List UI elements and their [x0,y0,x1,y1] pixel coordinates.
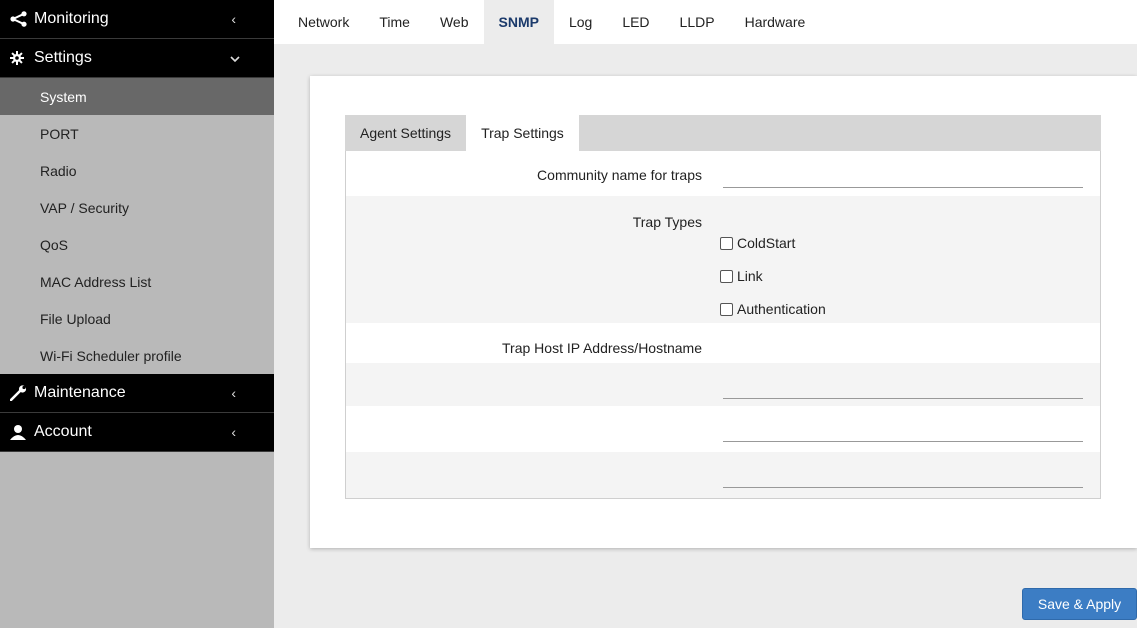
tab-network[interactable]: Network [298,0,349,44]
chevron-down-icon [230,50,240,66]
authentication-label: Authentication [737,301,826,317]
link-option[interactable]: Link [720,268,763,284]
sidebar-item-vap-security[interactable]: VAP / Security [0,189,274,226]
authentication-option[interactable]: Authentication [720,301,826,317]
sidebar-item-radio[interactable]: Radio [0,152,274,189]
sidebar-item-wifi-scheduler[interactable]: Wi-Fi Scheduler profile [0,337,274,374]
sidebar-item-system[interactable]: System [0,78,274,115]
sidebar-item-mac-address-list[interactable]: MAC Address List [0,263,274,300]
trap-host-row-2 [346,406,1100,452]
sidebar-maintenance[interactable]: Maintenance ‹ [0,374,274,413]
link-checkbox[interactable] [720,269,733,283]
sidebar-item-port[interactable]: PORT [0,115,274,152]
sidebar-account-label: Account [34,423,92,440]
wrench-icon [10,385,30,401]
sidebar-settings-label: Settings [34,49,92,66]
tab-snmp[interactable]: SNMP [483,0,554,44]
tab-log[interactable]: Log [569,0,592,44]
trap-types-label: Trap Types [632,214,702,230]
trap-host-row-3 [346,452,1100,498]
coldstart-label: ColdStart [737,235,796,251]
chevron-left-icon: ‹ [231,11,236,27]
share-icon [10,11,30,27]
coldstart-checkbox[interactable] [720,236,733,250]
trap-host-input-1[interactable] [723,379,1083,399]
tab-led[interactable]: LED [622,0,649,44]
sidebar-account[interactable]: Account ‹ [0,413,274,452]
chevron-left-icon: ‹ [231,424,236,440]
top-tab-bar: Network Time Web SNMP Log LED LLDP Hardw… [274,0,1137,44]
trap-host-label: Trap Host IP Address/Hostname [502,340,702,356]
community-label: Community name for traps [537,167,702,183]
trap-types-row: Trap Types ColdStart Link Authentication [346,196,1100,323]
trap-host-input-3[interactable] [723,468,1083,488]
user-icon [10,424,30,440]
tab-agent-settings[interactable]: Agent Settings [345,115,466,151]
link-label: Link [737,268,763,284]
snmp-card: Agent Settings Trap Settings Community n… [310,76,1137,548]
trap-settings-panel: Community name for traps Trap Types Cold… [345,151,1101,499]
tab-hardware[interactable]: Hardware [745,0,806,44]
community-row: Community name for traps [346,151,1100,196]
sidebar-settings[interactable]: Settings [0,39,274,78]
tab-trap-settings[interactable]: Trap Settings [466,115,579,151]
sidebar-item-file-upload[interactable]: File Upload [0,300,274,337]
chevron-left-icon: ‹ [231,385,236,401]
community-name-input[interactable] [723,168,1083,188]
sidebar-maintenance-label: Maintenance [34,384,126,401]
tab-lldp[interactable]: LLDP [680,0,715,44]
trap-host-header-row: Trap Host IP Address/Hostname [346,323,1100,363]
coldstart-option[interactable]: ColdStart [720,235,795,251]
sidebar-monitoring-label: Monitoring [34,10,109,27]
authentication-checkbox[interactable] [720,302,733,316]
sidebar-item-qos[interactable]: QoS [0,226,274,263]
sidebar: Monitoring ‹ Settings System PORT Radio … [0,0,274,628]
tab-web[interactable]: Web [440,0,469,44]
trap-host-input-2[interactable] [723,422,1083,442]
trap-host-row-1 [346,363,1100,406]
sidebar-monitoring[interactable]: Monitoring ‹ [0,0,274,39]
save-apply-button[interactable]: Save & Apply [1022,588,1137,620]
sub-tab-bar: Agent Settings Trap Settings [345,115,1101,151]
gear-icon [10,51,30,65]
tab-time[interactable]: Time [379,0,410,44]
